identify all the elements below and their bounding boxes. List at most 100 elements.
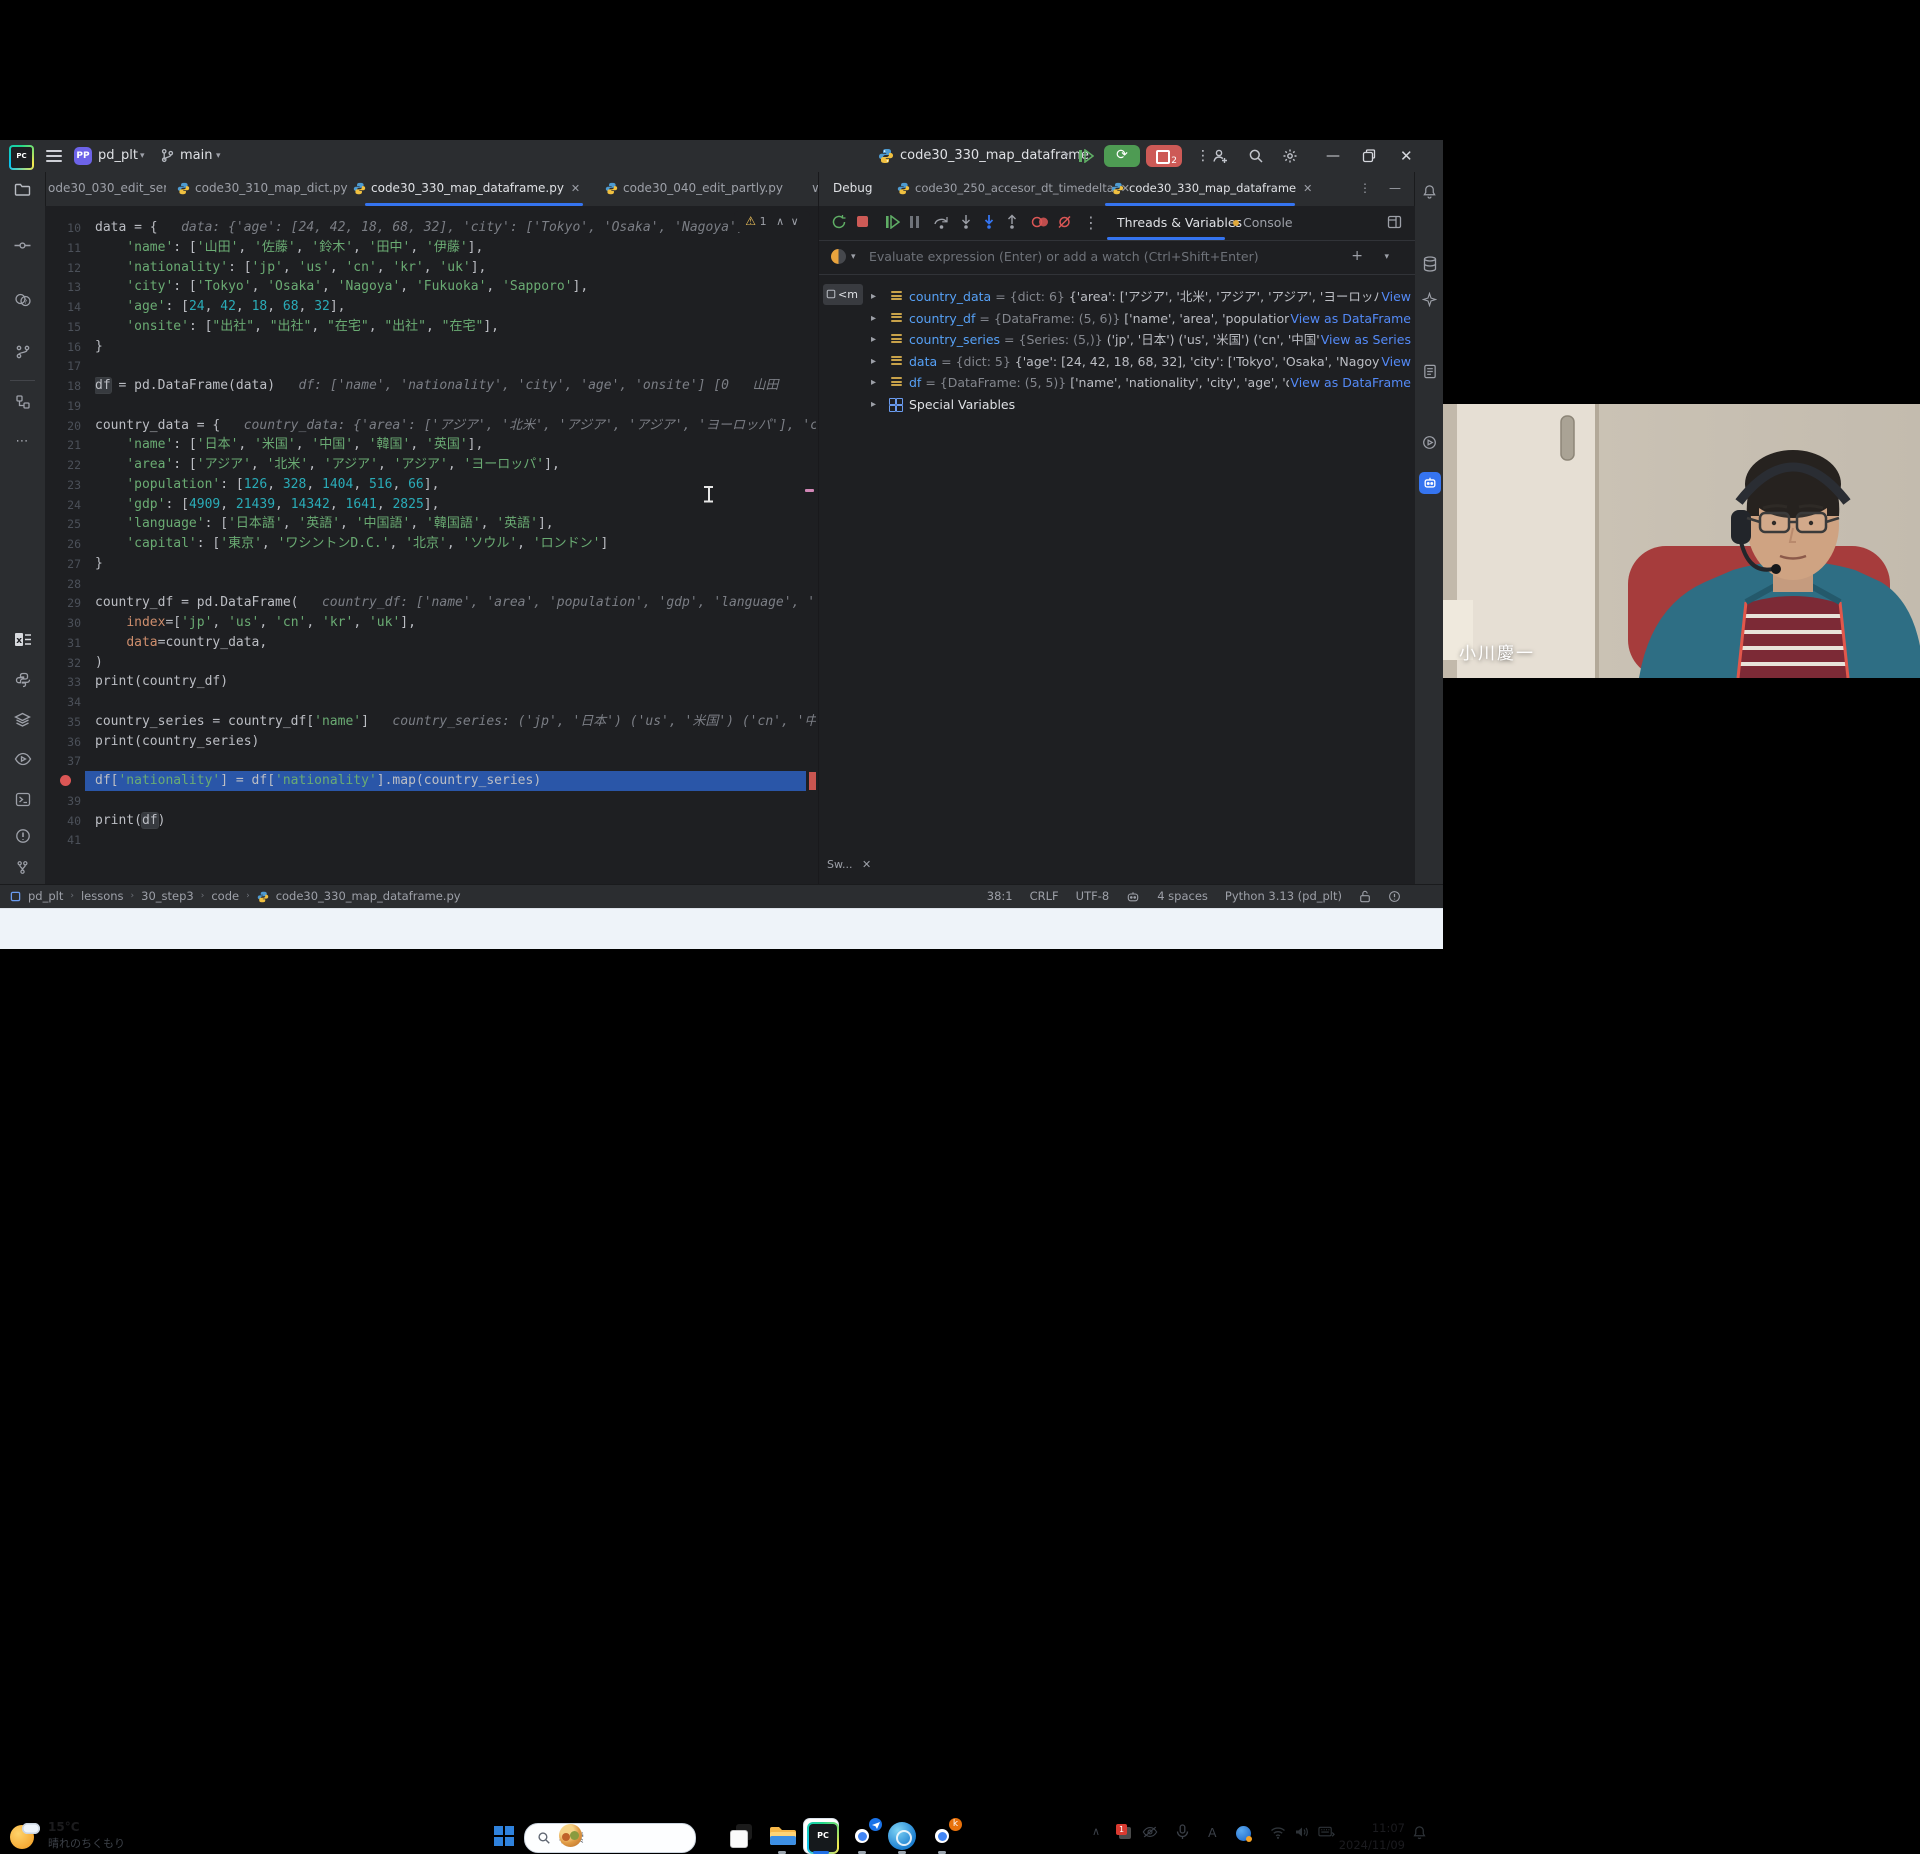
commit-icon[interactable]	[0, 238, 45, 253]
code-line-32[interactable]: 32)	[45, 653, 818, 673]
code-line-36[interactable]: 36print(country_series)	[45, 732, 818, 752]
code-line-37[interactable]: 37	[45, 751, 818, 771]
variable-row-country_df[interactable]: ▸country_df = {DataFrame: (5, 6)} ['name…	[865, 308, 1411, 329]
notifications-bell-icon[interactable]	[1412, 1825, 1427, 1840]
tab-code30-030[interactable]: ode30_030_edit_series.py	[48, 172, 166, 205]
view-link[interactable]: View	[1380, 286, 1411, 307]
special-variables-row[interactable]: ▸Special Variables	[865, 394, 1411, 415]
line-number[interactable]: 23	[45, 475, 81, 495]
code-line-30[interactable]: 30 index=['jp', 'us', 'cn', 'kr', 'uk'],	[45, 613, 818, 633]
line-number[interactable]: 19	[45, 396, 81, 416]
version-control-icon[interactable]	[0, 860, 45, 875]
code-line-33[interactable]: 33print(country_df)	[45, 672, 818, 692]
chrome-icon[interactable]	[848, 1822, 878, 1852]
expand-chevron-icon[interactable]: ▸	[871, 308, 876, 329]
code-line-31[interactable]: 31 data=country_data,	[45, 633, 818, 653]
line-number[interactable]: 34	[45, 692, 81, 712]
git-branch-icon[interactable]	[160, 148, 175, 163]
close-icon[interactable]: ✕	[862, 858, 871, 871]
line-number[interactable]: 28	[45, 574, 81, 594]
debug-toolwindow-title[interactable]: Debug	[833, 172, 872, 205]
code-line-25[interactable]: 25 'language': ['日本語', '英語', '中国語', '韓国語…	[45, 514, 818, 534]
tab-threads-variables[interactable]: Threads & Variables	[1117, 206, 1242, 239]
code-line-20[interactable]: 20country_data = { country_data: {'area'…	[45, 416, 818, 436]
variable-row-country_data[interactable]: ▸country_data = {dict: 6} {'area': ['アジア…	[865, 286, 1411, 307]
step-into-icon[interactable]	[959, 214, 973, 230]
line-number[interactable]: 13	[45, 277, 81, 297]
git-graph-icon[interactable]	[0, 344, 45, 360]
line-number[interactable]: 15	[45, 317, 81, 337]
code-line-18[interactable]: 18df = pd.DataFrame(data) df: ['name', '…	[45, 376, 818, 396]
code-line-27[interactable]: 27}	[45, 554, 818, 574]
tab-code30-040[interactable]: code30_040_edit_partly.py	[623, 172, 783, 205]
view-link[interactable]: View as DataFrame	[1289, 308, 1411, 329]
weather-icon[interactable]	[10, 1821, 44, 1853]
search-icon[interactable]	[1248, 148, 1264, 164]
line-number[interactable]: 33	[45, 672, 81, 692]
interpreter[interactable]: Python 3.13 (pd_plt)	[1225, 885, 1342, 908]
line-number[interactable]: 14	[45, 297, 81, 317]
view-link[interactable]: View as Series	[1320, 329, 1411, 350]
view-breakpoints-icon[interactable]	[1031, 215, 1049, 229]
database-icon[interactable]	[1415, 256, 1443, 272]
ime-mode-indicator[interactable]: A	[1208, 1825, 1217, 1840]
debug-tab-map-dataframe-active[interactable]: code30_330_map_dataframe✕	[1129, 172, 1312, 205]
step-out-icon[interactable]	[1005, 214, 1019, 230]
unlock-icon[interactable]	[1359, 890, 1371, 903]
pull-requests-icon[interactable]: ?	[0, 292, 45, 308]
indent-setting[interactable]: 4 spaces	[1157, 885, 1208, 908]
hide-toolwindow-icon[interactable]: —	[1389, 172, 1401, 205]
line-number[interactable]: 25	[45, 514, 81, 534]
line-number[interactable]: 12	[45, 258, 81, 278]
line-number[interactable]: 35	[45, 712, 81, 732]
code-line-26[interactable]: 26 'capital': ['東京', 'ワシントンD.C.', '北京', …	[45, 534, 818, 554]
code-line-11[interactable]: 11 'name': ['山田', '佐藤', '鈴木', '田中', '伊藤'…	[45, 238, 818, 258]
line-number[interactable]: 41	[45, 830, 81, 850]
run-anything-icon[interactable]	[1415, 435, 1443, 450]
tray-clock[interactable]: 11:07 2024/11/09	[1333, 1820, 1405, 1854]
tray-privacy-icon[interactable]	[1142, 1825, 1158, 1839]
ai-assistant-icon[interactable]	[1415, 292, 1443, 307]
code-line-39[interactable]: 39	[45, 791, 818, 811]
run-config-name[interactable]: code30_330_map_dataframe	[900, 140, 1089, 172]
close-tab-icon[interactable]: ✕	[1303, 182, 1312, 195]
code-line-38[interactable]: df['nationality'] = df['nationality'].ma…	[45, 771, 818, 791]
branch-name[interactable]: main	[180, 140, 212, 172]
code-editor[interactable]: 10data = { data: {'age': [24, 42, 18, 68…	[45, 206, 818, 884]
crumb-project[interactable]: pd_plt	[28, 885, 63, 908]
next-problem-icon[interactable]: ∨	[791, 215, 799, 228]
debug-tab-timedelta[interactable]: code30_250_accesor_dt_timedelta✕	[915, 172, 1130, 205]
mute-breakpoints-icon[interactable]	[1057, 215, 1072, 229]
view-link[interactable]: View	[1380, 351, 1411, 372]
minimize-button[interactable]: —	[1326, 140, 1340, 172]
line-number[interactable]: 27	[45, 554, 81, 574]
view-link[interactable]: View as DataFrame	[1289, 372, 1411, 393]
line-number[interactable]: 32	[45, 653, 81, 673]
expand-chevron-icon[interactable]: ▸	[871, 286, 876, 307]
line-separator[interactable]: CRLF	[1030, 885, 1059, 908]
documentation-icon[interactable]	[1415, 364, 1443, 379]
app-squares-icon[interactable]	[728, 1822, 758, 1852]
tray-mic-icon[interactable]	[1176, 1824, 1189, 1840]
search-box[interactable]: 検索	[524, 1823, 696, 1853]
variable-row-country_series[interactable]: ▸country_series = {Series: (5,)} ('jp', …	[865, 329, 1411, 350]
expand-chevron-icon[interactable]: ▸	[871, 394, 876, 415]
wifi-icon[interactable]	[1270, 1826, 1286, 1839]
restore-button[interactable]	[1362, 149, 1376, 163]
main-menu-icon[interactable]	[46, 150, 62, 162]
notification-icon[interactable]	[1388, 890, 1401, 903]
rerun-icon[interactable]	[831, 214, 847, 230]
force-step-into-icon[interactable]	[982, 214, 996, 230]
evaluate-expression-input[interactable]: Evaluate expression (Enter) or add a wat…	[869, 240, 1325, 274]
ai-assistant-icon[interactable]	[1126, 891, 1140, 903]
stop-icon[interactable]	[857, 216, 868, 227]
code-line-15[interactable]: 15 'onsite': ["出社", "出社", "在宅", "出社", "在…	[45, 317, 818, 337]
structure-icon[interactable]	[0, 394, 45, 410]
code-line-13[interactable]: 13 'city': ['Tokyo', 'Osaka', 'Nagoya', …	[45, 277, 818, 297]
close-button[interactable]: ✕	[1400, 140, 1413, 172]
more-tool-windows-icon[interactable]: ⋯	[0, 434, 45, 449]
sciview-icon[interactable]	[0, 752, 45, 766]
code-line-21[interactable]: 21 'name': ['日本', '米国', '中国', '韓国', '英国'…	[45, 435, 818, 455]
problems-icon[interactable]	[0, 828, 45, 844]
variable-row-data[interactable]: ▸data = {dict: 5} {'age': [24, 42, 18, 6…	[865, 351, 1411, 372]
